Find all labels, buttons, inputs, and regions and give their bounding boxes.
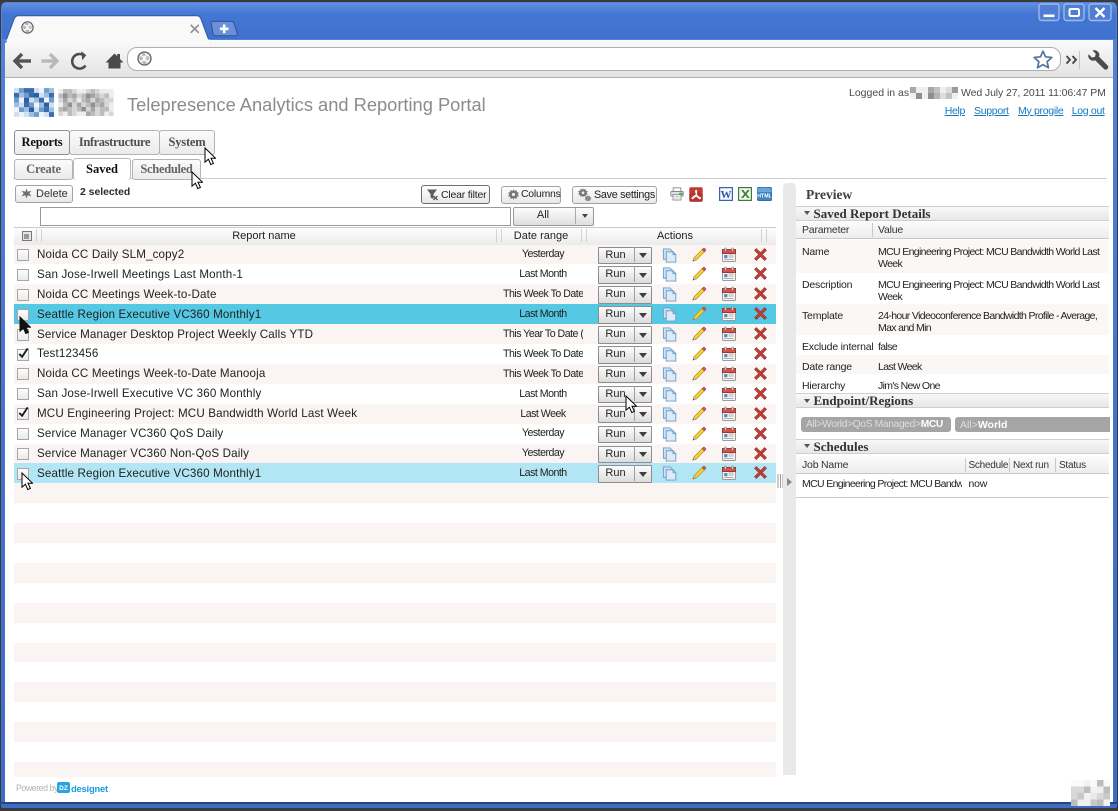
svg-text:HTML: HTML [757,194,772,200]
svg-text:DZ: DZ [59,785,68,792]
svg-text:W: W [721,189,732,201]
